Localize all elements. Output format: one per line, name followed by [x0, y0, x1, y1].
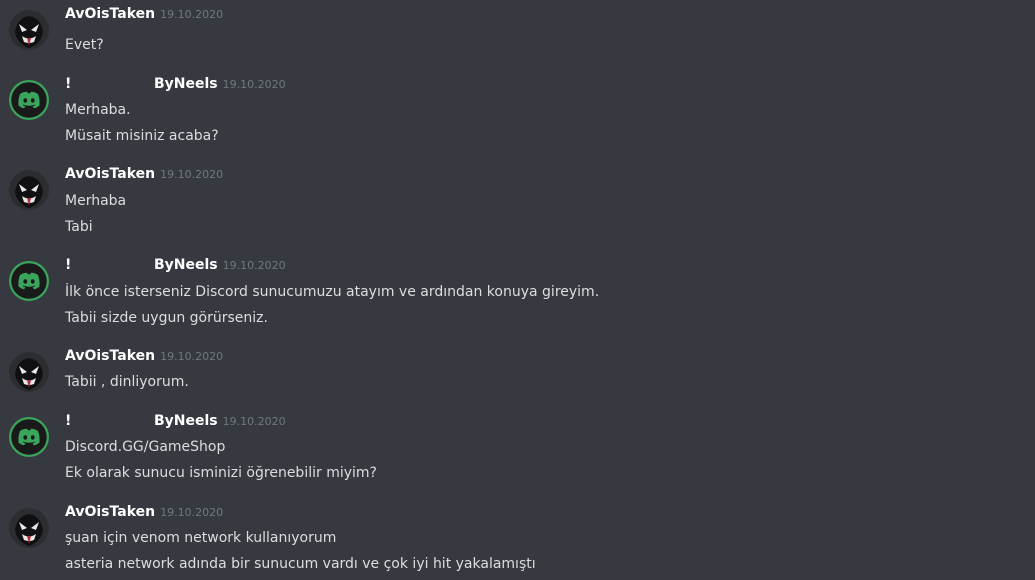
message-timestamp: 19.10.2020	[160, 8, 224, 21]
author-name-text: ByNeels	[154, 413, 218, 429]
message-text: Tabii sizde uygun görürseniz.	[65, 310, 268, 326]
discord-logo-icon	[9, 261, 49, 301]
message-timestamp: 19.10.2020	[160, 168, 224, 181]
message-header: ! ByNeels 19.10.2020	[65, 410, 286, 430]
author-name-prefix: !	[65, 257, 72, 273]
message-header: ! ByNeels 19.10.2020	[65, 73, 286, 93]
message-text: Merhaba.	[65, 102, 131, 118]
author-name-text: ByNeels	[154, 76, 218, 92]
venom-avatar-icon	[9, 170, 49, 210]
user-avatar[interactable]	[9, 352, 49, 392]
user-avatar[interactable]	[9, 261, 49, 301]
user-avatar[interactable]	[9, 417, 49, 457]
message-text: Discord.GG/GameShop	[65, 439, 226, 455]
message-text: Tabi	[65, 219, 93, 235]
message-header: AvOisTaken 19.10.2020	[65, 501, 223, 521]
author-name[interactable]: ! ByNeels	[65, 76, 218, 92]
author-name[interactable]: ! ByNeels	[65, 257, 218, 273]
message-timestamp: 19.10.2020	[222, 259, 286, 272]
message-text: Ek olarak sunucu isminizi öğrenebilir mi…	[65, 465, 377, 481]
user-avatar[interactable]	[9, 508, 49, 548]
author-name-text: ByNeels	[154, 257, 218, 273]
user-avatar[interactable]	[9, 10, 49, 50]
venom-avatar-icon	[9, 508, 49, 548]
message-header: AvOisTaken 19.10.2020	[65, 345, 223, 365]
message-timestamp: 19.10.2020	[160, 506, 224, 519]
message-text: Tabii , dinliyorum.	[65, 374, 189, 390]
message-text: İlk önce isterseniz Discord sunucumuzu a…	[65, 284, 600, 300]
message-header: AvOisTaken 19.10.2020	[65, 163, 223, 183]
author-name[interactable]: AvOisTaken	[65, 166, 155, 182]
venom-avatar-icon	[9, 10, 49, 50]
chat-messages: AvOisTaken 19.10.2020 Evet? ! ByNeels 19.10…	[0, 0, 1035, 580]
message-text: Müsait misiniz acaba?	[65, 128, 219, 144]
message-text: Evet?	[65, 37, 104, 53]
author-name[interactable]: AvOisTaken	[65, 6, 155, 22]
discord-logo-icon	[9, 417, 49, 457]
discord-logo-icon	[9, 80, 49, 120]
message-text: asteria network adında bir sunucum vardı…	[65, 556, 536, 572]
author-name-prefix: !	[65, 76, 72, 92]
author-name[interactable]: ! ByNeels	[65, 413, 218, 429]
message-header: ! ByNeels 19.10.2020	[65, 254, 286, 274]
message-timestamp: 19.10.2020	[222, 78, 286, 91]
user-avatar[interactable]	[9, 170, 49, 210]
venom-avatar-icon	[9, 352, 49, 392]
author-name[interactable]: AvOisTaken	[65, 348, 155, 364]
message-timestamp: 19.10.2020	[222, 415, 286, 428]
user-avatar[interactable]	[9, 80, 49, 120]
author-name[interactable]: AvOisTaken	[65, 504, 155, 520]
message-text: şuan için venom network kullanıyorum	[65, 530, 337, 546]
message-timestamp: 19.10.2020	[160, 350, 224, 363]
message-header: AvOisTaken 19.10.2020	[65, 3, 223, 23]
author-name-prefix: !	[65, 413, 72, 429]
message-text: Merhaba	[65, 193, 127, 209]
